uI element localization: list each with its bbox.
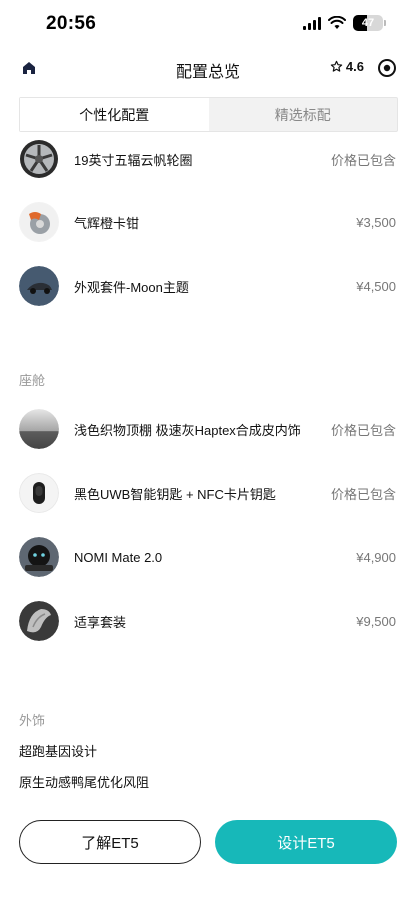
status-icons: 47 [303,15,386,31]
signal-icon [303,16,321,30]
option-row-interior[interactable]: 浅色织物顶棚 极速灰Haptex合成皮内饰 价格已包含 [0,407,416,451]
tab-standard[interactable]: 精选标配 [209,98,398,131]
option-price: ¥4,500 [356,278,396,294]
option-name: 外观套件-Moon主题 [74,279,189,295]
interior-thumbnail [19,409,59,449]
caliper-thumbnail [19,202,59,242]
learn-et5-button[interactable]: 了解ET5 [19,820,201,864]
trim-feature: 原生动感鸭尾优化风阻 [19,775,150,790]
design-et5-button[interactable]: 设计ET5 [215,820,397,864]
battery-percent: 47 [361,17,375,29]
moon-kit-thumbnail [19,266,59,306]
option-row-seat-package[interactable]: 适享套装 ¥9,500 [0,599,416,643]
battery-indicator: 47 [353,15,386,31]
tab-bar: 个性化配置 精选标配 [19,97,398,132]
status-bar: 20:56 47 [0,0,416,48]
option-name: 气辉橙卡钳 [74,215,140,231]
key-thumbnail [19,473,59,513]
option-name: 19英寸五辐云帆轮圈 [74,152,193,168]
option-price: ¥9,500 [356,613,396,629]
battery-icon: 47 [353,15,383,31]
option-name: 浅色织物顶棚 极速灰Haptex合成皮内饰 [74,422,301,438]
option-name: 适享套装 [74,614,127,630]
nav-bar: 配置总览 4.6 [0,48,416,88]
target-icon[interactable] [377,58,397,78]
option-name: NOMI Mate 2.0 [74,549,163,565]
wheel-thumbnail [19,139,59,179]
option-price: 价格已包含 [330,152,396,168]
section-title-cabin: 座舱 [19,373,46,388]
option-row-moon-kit[interactable]: 外观套件-Moon主题 ¥4,500 [0,264,416,308]
seat-thumbnail [19,601,59,641]
option-price: 价格已包含 [330,486,396,502]
nomi-thumbnail [19,537,59,577]
star-icon [330,60,343,72]
option-name: 黑色UWB智能钥匙 + NFC卡片钥匙 [74,486,276,502]
wifi-icon [328,16,346,29]
option-price: 价格已包含 [330,422,396,438]
option-row-caliper[interactable]: 气辉橙卡钳 ¥3,500 [0,200,416,244]
rating-button[interactable]: 4.6 [330,59,364,74]
option-price: ¥4,900 [356,549,396,565]
option-price: ¥3,500 [356,214,396,230]
tab-personalized[interactable]: 个性化配置 [20,98,209,131]
rating-value: 4.6 [345,59,364,74]
option-row-key[interactable]: 黑色UWB智能钥匙 + NFC卡片钥匙 价格已包含 [0,471,416,515]
section-title-trim: 外饰 [19,713,46,728]
status-time: 20:56 [46,13,97,34]
trim-feature: 超跑基因设计 [19,744,98,759]
option-row-nomi[interactable]: NOMI Mate 2.0 ¥4,900 [0,535,416,579]
option-row-wheel[interactable]: 19英寸五辐云帆轮圈 价格已包含 [0,137,416,181]
